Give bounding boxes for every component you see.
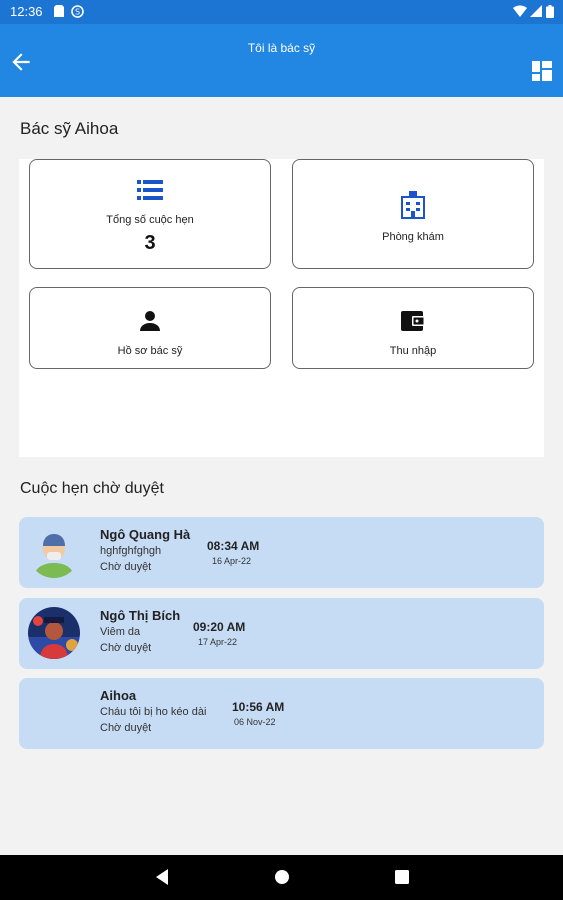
- appointment-date: 06 Nov-22: [234, 717, 276, 727]
- appointment-reason: Viêm da: [100, 626, 141, 638]
- person-icon: [140, 311, 160, 331]
- sync-icon: S: [71, 5, 84, 18]
- avatar: [28, 526, 80, 578]
- battery-icon: [546, 5, 554, 18]
- sd-card-icon: [54, 5, 64, 17]
- appointment-date: 16 Apr-22: [212, 556, 252, 566]
- nav-recents-icon[interactable]: [392, 867, 412, 887]
- appointment-reason: hghfghfghgh: [100, 545, 162, 557]
- app-title: Tôi là bác sỹ: [247, 41, 316, 55]
- doctor-profile-label: Hồ sơ bác sỹ: [117, 345, 183, 357]
- person-avatar-icon: [28, 526, 80, 578]
- patient-name: Ngô Thị Bích: [100, 608, 181, 623]
- appointment-time: 09:20 AM: [193, 620, 246, 634]
- clinic-label: Phòng khám: [382, 231, 444, 243]
- patient-name: Aihoa: [100, 688, 137, 703]
- status-bar: 12:36 S: [0, 0, 563, 24]
- doctor-profile-tile[interactable]: Hồ sơ bác sỹ: [29, 287, 271, 369]
- income-label: Thu nhập: [389, 345, 437, 357]
- list-icon: [137, 180, 163, 200]
- pending-appointments-title: Cuộc hẹn chờ duyệt: [20, 480, 164, 497]
- clinic-tile[interactable]: Phòng khám: [292, 159, 534, 269]
- total-appointments-label: Tổng số cuộc hẹn: [106, 214, 194, 226]
- appointment-card[interactable]: Ngô Thị Bích Viêm da Chờ duyệt 09:20 AM …: [19, 598, 544, 669]
- wallet-icon: [401, 311, 425, 331]
- nav-back-icon[interactable]: [152, 867, 172, 887]
- hospital-icon: [401, 191, 425, 219]
- patient-name: Ngô Quang Hà: [100, 527, 191, 542]
- wifi-icon: [513, 5, 527, 17]
- dashboard-grid-icon[interactable]: [532, 61, 552, 81]
- app-bar: Tôi là bác sỹ: [0, 24, 563, 97]
- appointment-reason: Cháu tôi bị ho kéo dài: [100, 706, 207, 718]
- nav-home-icon[interactable]: [272, 867, 292, 887]
- photo-avatar-icon: [28, 607, 80, 659]
- avatar: [28, 607, 80, 659]
- appointment-date: 17 Apr-22: [198, 637, 238, 647]
- appointment-status: Chờ duyệt: [100, 642, 152, 654]
- income-tile[interactable]: Thu nhập: [292, 287, 534, 369]
- svg-text:S: S: [75, 8, 80, 17]
- appointment-time: 08:34 AM: [207, 539, 260, 553]
- appointment-time: 10:56 AM: [232, 700, 285, 714]
- system-nav-bar: [0, 855, 563, 900]
- status-time: 12:36: [10, 4, 43, 19]
- total-appointments-value: 3: [144, 232, 156, 254]
- total-appointments-tile[interactable]: Tổng số cuộc hẹn 3: [29, 159, 271, 269]
- appointment-status: Chờ duyệt: [100, 722, 152, 734]
- signal-icon: [530, 5, 542, 17]
- doctor-name-heading: Bác sỹ Aihoa: [20, 119, 119, 138]
- dashboard-panel: Tổng số cuộc hẹn 3 Phòng khám Hồ sơ bác …: [19, 159, 544, 457]
- appointment-card[interactable]: Aihoa Cháu tôi bị ho kéo dài Chờ duyệt 1…: [19, 678, 544, 749]
- appointment-card[interactable]: Ngô Quang Hà hghfghfghgh Chờ duyệt 08:34…: [19, 517, 544, 588]
- appointment-status: Chờ duyệt: [100, 561, 152, 573]
